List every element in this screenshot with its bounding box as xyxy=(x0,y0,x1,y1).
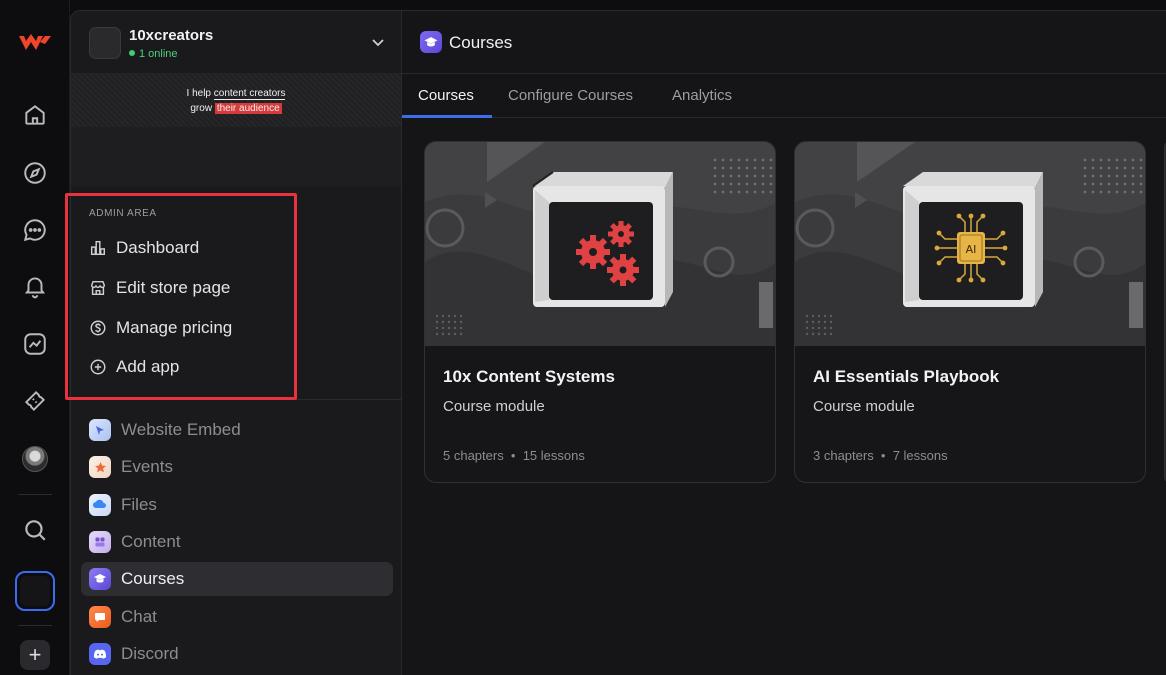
ai-chip-label: AI xyxy=(966,243,977,256)
sidebar-item-website-embed[interactable]: Website Embed xyxy=(81,413,393,447)
admin-dashboard-link[interactable]: Dashboard xyxy=(89,234,199,262)
admin-area-label: ADMIN AREA xyxy=(89,208,157,219)
admin-item-label: Manage pricing xyxy=(116,318,233,337)
sidebar-item-courses[interactable]: Courses xyxy=(81,562,393,596)
search-icon[interactable] xyxy=(17,512,53,548)
page-header: Courses xyxy=(402,11,1166,74)
gears-cover-illustration xyxy=(425,142,775,346)
sidebar-divider xyxy=(71,399,401,400)
messages-icon[interactable] xyxy=(17,212,53,248)
discord-icon xyxy=(89,643,111,665)
rail-divider xyxy=(18,625,52,626)
sidebar-item-label: Website Embed xyxy=(121,420,241,439)
whop-logo-icon[interactable] xyxy=(18,30,52,54)
main-panel: Courses Courses Configure Courses Analyt… xyxy=(402,10,1166,675)
chevron-down-icon[interactable] xyxy=(371,35,385,49)
bar-chart-icon xyxy=(90,240,106,256)
tab-courses[interactable]: Courses xyxy=(418,87,474,104)
banner-text: grow xyxy=(190,103,215,114)
events-icon xyxy=(89,456,111,478)
workspace-thumbnail xyxy=(89,27,121,59)
online-count: 1 online xyxy=(139,48,178,60)
admin-item-label: Edit store page xyxy=(116,278,231,297)
analytics-trend-icon[interactable] xyxy=(17,326,53,362)
website-embed-icon xyxy=(89,419,111,441)
sidebar-item-label: Files xyxy=(121,495,157,514)
rail-divider xyxy=(18,494,52,495)
home-icon[interactable] xyxy=(17,97,53,133)
workspace-sidebar: 10xcreators 1 online I help content crea… xyxy=(70,10,402,675)
course-cover-image xyxy=(425,142,775,346)
course-subtitle: Course module xyxy=(813,398,915,415)
sidebar-item-label: Content xyxy=(121,532,181,551)
sidebar-item-chat[interactable]: Chat xyxy=(81,600,393,634)
explore-compass-icon[interactable] xyxy=(17,155,53,191)
course-subtitle: Course module xyxy=(443,398,545,415)
add-workspace-button[interactable]: + xyxy=(20,640,50,670)
lesson-count: 15 lessons xyxy=(522,448,585,463)
banner-highlight: their audience xyxy=(214,103,282,114)
app-rail: + xyxy=(0,0,70,675)
chat-icon xyxy=(89,606,111,628)
sidebar-item-files[interactable]: Files xyxy=(81,488,393,522)
ai-chip-cover-illustration: AI xyxy=(795,142,1145,346)
files-icon xyxy=(89,494,111,516)
chapter-count: 3 chapters xyxy=(813,448,874,463)
banner-emphasis: content creators xyxy=(213,88,286,100)
course-card-10x-content-systems[interactable]: 10x Content Systems Course module 5 chap… xyxy=(424,141,776,483)
workspace-name: 10xcreators xyxy=(129,27,214,44)
user-avatar[interactable] xyxy=(22,446,48,472)
tab-bar: Courses Configure Courses Analytics xyxy=(402,74,1166,118)
chapter-count: 5 chapters xyxy=(443,448,504,463)
admin-item-label: Dashboard xyxy=(116,238,200,257)
admin-item-label: Add app xyxy=(116,357,180,376)
lesson-count: 7 lessons xyxy=(892,448,948,463)
workspace-banner: I help content creators grow their audie… xyxy=(71,73,401,127)
active-tab-indicator xyxy=(402,115,492,118)
course-meta: 5 chapters • 15 lessons xyxy=(443,448,585,463)
course-card-ai-essentials-playbook[interactable]: AI AI Essentials Playbook Course module … xyxy=(794,141,1146,483)
workspace-switcher-10xcreators[interactable] xyxy=(15,571,55,611)
tab-analytics[interactable]: Analytics xyxy=(672,87,732,104)
page-title: Courses xyxy=(449,33,513,52)
content-icon xyxy=(89,531,111,553)
admin-add-app-link[interactable]: Add app xyxy=(89,353,179,381)
banner-text: I help xyxy=(186,88,214,99)
online-status: 1 online xyxy=(129,48,178,60)
banner-backdrop xyxy=(71,127,401,187)
tab-configure-courses[interactable]: Configure Courses xyxy=(508,87,633,104)
course-cover-image: AI xyxy=(795,142,1145,346)
courses-icon xyxy=(420,31,442,53)
courses-icon xyxy=(89,568,111,590)
admin-edit-store-page-link[interactable]: Edit store page xyxy=(89,274,230,302)
course-title: 10x Content Systems xyxy=(443,367,615,386)
sidebar-item-discord[interactable]: Discord xyxy=(81,637,393,671)
dollar-circle-icon xyxy=(90,320,106,336)
sidebar-item-label: Discord xyxy=(121,644,179,663)
workspace-header[interactable]: 10xcreators 1 online xyxy=(71,11,401,73)
sidebar-item-label: Events xyxy=(121,457,173,476)
course-title: AI Essentials Playbook xyxy=(813,367,1000,386)
sidebar-item-events[interactable]: Events xyxy=(81,450,393,484)
plus-circle-icon xyxy=(90,359,106,375)
banner-tagline: I help content creators grow their audie… xyxy=(71,86,401,116)
ticket-icon[interactable] xyxy=(17,383,53,419)
admin-manage-pricing-link[interactable]: Manage pricing xyxy=(89,314,232,342)
sidebar-item-label: Chat xyxy=(121,607,157,626)
sidebar-item-content[interactable]: Content xyxy=(81,525,393,559)
sidebar-item-label: Courses xyxy=(121,569,185,588)
course-meta: 3 chapters • 7 lessons xyxy=(813,448,948,463)
store-icon xyxy=(90,280,106,296)
notifications-bell-icon[interactable] xyxy=(17,268,53,304)
online-dot xyxy=(129,50,135,56)
